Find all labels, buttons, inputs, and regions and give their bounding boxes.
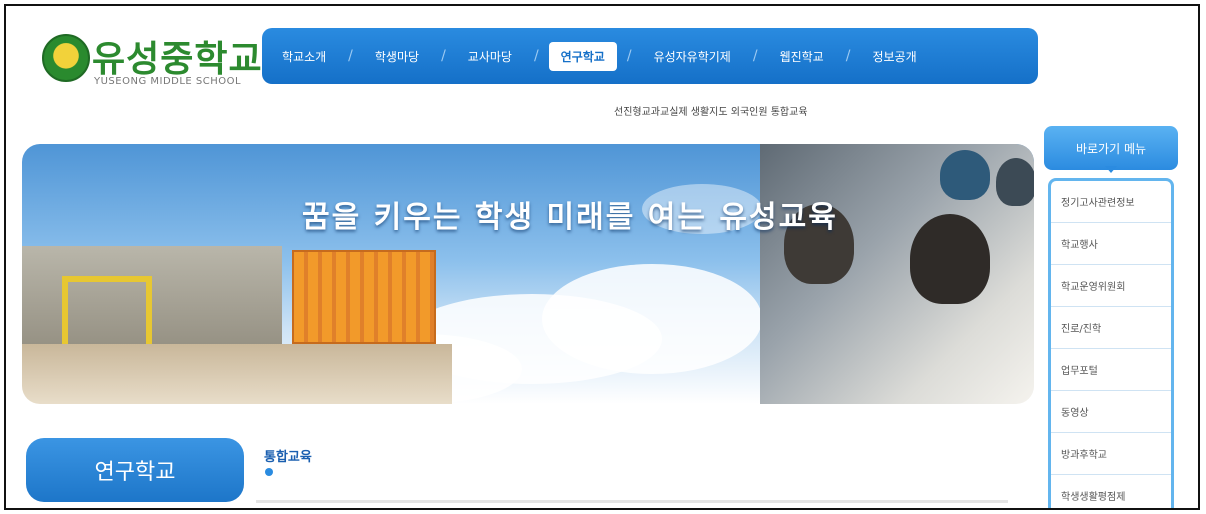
student-figure (940, 150, 990, 200)
building-orange-wing (292, 250, 436, 344)
nav-item-info-disclosure[interactable]: 정보공개 (860, 42, 928, 71)
nav-separator: / (845, 48, 851, 64)
banner-slogan: 꿈을 키우는 학생 미래를 여는 유성교육 (302, 200, 838, 235)
nav-separator: / (626, 48, 632, 64)
quick-menu-item[interactable]: 학생생활평점제 (1051, 475, 1171, 508)
quick-menu: 바로가기 메뉴 정기고사관련정보 학교행사 학교운영위원회 진로/진학 업무포털… (1044, 126, 1178, 508)
quick-menu-item[interactable]: 학교운영위원회 (1051, 265, 1171, 307)
cloud-shape (542, 264, 762, 374)
main-banner: 꿈을 키우는 학생 미래를 여는 유성교육 (22, 144, 1034, 404)
nav-item-webzine[interactable]: 웹진학교 (768, 42, 836, 71)
quick-menu-item[interactable]: 방과후학교 (1051, 433, 1171, 475)
nav-separator: / (752, 48, 758, 64)
quick-menu-list: 정기고사관련정보 학교행사 학교운영위원회 진로/진학 업무포털 동영상 방과후… (1048, 178, 1174, 508)
content-divider (256, 500, 1008, 503)
quick-menu-title: 바로가기 메뉴 (1044, 126, 1178, 170)
quick-menu-item[interactable]: 정기고사관련정보 (1051, 181, 1171, 223)
school-name-english: YUSEONG MIDDLE SCHOOL (94, 76, 242, 87)
chevron-down-icon (1105, 166, 1117, 173)
section-title-badge: 연구학교 (26, 438, 244, 502)
quick-menu-item[interactable]: 업무포털 (1051, 349, 1171, 391)
content-heading: 통합교육 (264, 450, 312, 465)
nav-item-free-semester[interactable]: 유성자유학기제 (642, 42, 743, 71)
page-frame: 유성중학교 YUSEONG MIDDLE SCHOOL 학교소개 / 학생마당 … (4, 4, 1200, 510)
nav-separator: / (533, 48, 539, 64)
quick-menu-item[interactable]: 동영상 (1051, 391, 1171, 433)
nav-item-teacher[interactable]: 교사마당 (456, 42, 524, 71)
bullet-icon (265, 468, 273, 476)
nav-item-school-intro[interactable]: 학교소개 (270, 42, 338, 71)
school-emblem-icon (42, 34, 90, 82)
nav-separator: / (441, 48, 446, 64)
quick-menu-item[interactable]: 학교행사 (1051, 223, 1171, 265)
nav-separator: / (348, 48, 353, 64)
sub-navigation[interactable]: 선진형교과교실제 생활지도 외국인원 통합교육 (614, 103, 808, 118)
school-name: 유성중학교 (92, 39, 263, 80)
student-figure (996, 158, 1034, 206)
school-ground (22, 344, 452, 404)
school-logo[interactable]: 유성중학교 YUSEONG MIDDLE SCHOOL (34, 22, 262, 102)
main-navigation: 학교소개 / 학생마당 / 교사마당 / 연구학교 / 유성자유학기제 / 웹진… (262, 28, 1038, 84)
students-photo (760, 144, 1034, 404)
student-figure (910, 214, 990, 304)
nav-item-student[interactable]: 학생마당 (363, 42, 431, 71)
nav-item-research-school[interactable]: 연구학교 (548, 41, 617, 71)
quick-menu-item[interactable]: 진로/진학 (1051, 307, 1171, 349)
